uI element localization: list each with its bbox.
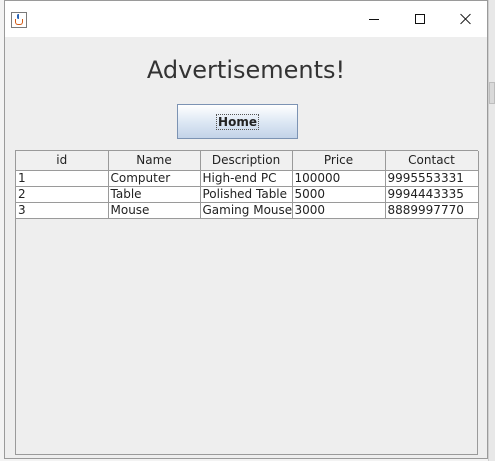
cell-description[interactable]: High-end PC xyxy=(200,170,293,187)
column-header-contact[interactable]: Contact xyxy=(385,151,479,171)
column-header-description[interactable]: Description xyxy=(200,151,293,171)
background-window-edge xyxy=(488,0,495,461)
background-widget xyxy=(489,82,495,104)
maximize-icon xyxy=(415,14,425,24)
maximize-button[interactable] xyxy=(397,1,443,37)
app-window: Advertisements! Home id Name Description… xyxy=(4,0,488,459)
column-header-price[interactable]: Price xyxy=(292,151,386,171)
cell-name[interactable]: Computer xyxy=(108,170,201,187)
minimize-button[interactable] xyxy=(351,1,397,37)
cell-price[interactable]: 100000 xyxy=(292,170,386,187)
column-header-id[interactable]: id xyxy=(16,151,109,171)
table-row[interactable]: 2 Table Polished Table 5000 9994443335 xyxy=(16,186,479,203)
cell-description[interactable]: Gaming Mouse xyxy=(200,202,293,219)
table-row[interactable]: 3 Mouse Gaming Mouse 3000 8889997770 xyxy=(16,202,479,219)
cell-price[interactable]: 3000 xyxy=(292,202,386,219)
java-cup-icon[interactable] xyxy=(11,12,27,28)
cell-id[interactable]: 2 xyxy=(16,186,109,203)
table-header-row: id Name Description Price Contact xyxy=(16,151,479,171)
cell-contact[interactable]: 9994443335 xyxy=(385,186,479,203)
cell-name[interactable]: Mouse xyxy=(108,202,201,219)
cell-description[interactable]: Polished Table xyxy=(200,186,293,203)
cell-id[interactable]: 1 xyxy=(16,170,109,187)
ads-table: id Name Description Price Contact 1 Comp… xyxy=(16,151,479,219)
title-bar[interactable] xyxy=(5,1,487,37)
ads-table-scrollpane[interactable]: id Name Description Price Contact 1 Comp… xyxy=(15,150,479,455)
page-title: Advertisements! xyxy=(146,56,346,84)
cell-contact[interactable]: 9995553331 xyxy=(385,170,479,187)
table-row[interactable]: 1 Computer High-end PC 100000 9995553331 xyxy=(16,170,479,187)
column-header-name[interactable]: Name xyxy=(108,151,201,171)
home-button[interactable]: Home xyxy=(177,104,298,139)
close-icon xyxy=(460,13,472,25)
cell-id[interactable]: 3 xyxy=(16,202,109,219)
close-button[interactable] xyxy=(443,1,489,37)
cell-name[interactable]: Table xyxy=(108,186,201,203)
minimize-icon xyxy=(369,18,379,20)
cell-contact[interactable]: 8889997770 xyxy=(385,202,479,219)
cell-price[interactable]: 5000 xyxy=(292,186,386,203)
home-button-label: Home xyxy=(216,113,259,130)
